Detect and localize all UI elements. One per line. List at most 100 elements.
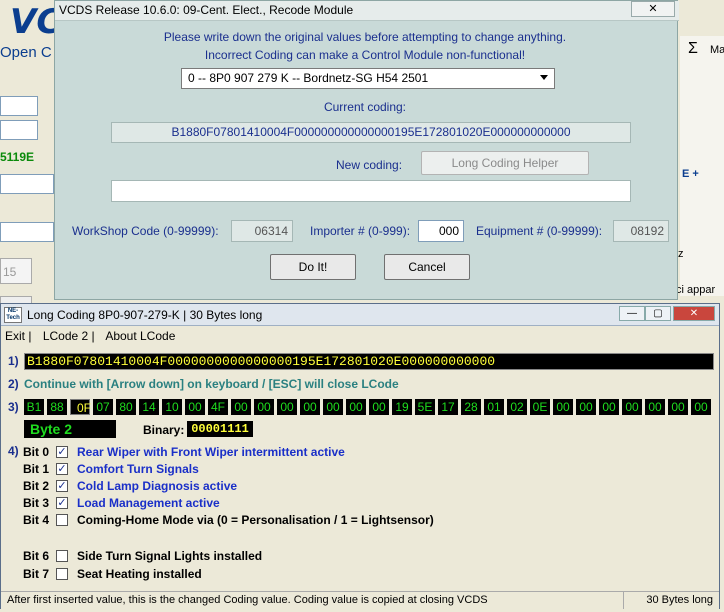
close-icon[interactable]: ✕: [631, 1, 675, 17]
importer-field[interactable]: 000: [418, 220, 464, 242]
byte-cell[interactable]: 19: [392, 399, 412, 415]
byte-cell[interactable]: 07: [93, 399, 113, 415]
bg-e-label: E +: [682, 168, 699, 180]
byte-cell[interactable]: 00: [622, 399, 642, 415]
importer-label: Importer # (0-999):: [310, 224, 411, 238]
status-left: After first inserted value, this is the …: [7, 594, 488, 606]
step-2-label: 2): [8, 377, 19, 391]
bg-z-label: z: [678, 248, 684, 260]
menu-exit[interactable]: Exit |: [5, 329, 31, 343]
byte-cell[interactable]: B1: [24, 399, 44, 415]
byte-tag: Byte 2: [24, 420, 116, 438]
bg-green-text: 5119E: [0, 150, 35, 164]
lcode-title: Long Coding 8P0-907-279-K | 30 Bytes lon…: [27, 308, 263, 322]
netech-logo-icon: NE-Tech: [4, 307, 22, 323]
bit-description: Seat Heating installed: [77, 567, 202, 581]
bit-checkbox[interactable]: ✓: [56, 480, 68, 492]
status-right: 30 Bytes long: [646, 594, 713, 606]
long-coding-helper-button[interactable]: Long Coding Helper: [421, 151, 589, 175]
do-it-button[interactable]: Do It!: [270, 254, 356, 280]
byte-cell[interactable]: 5E: [415, 399, 435, 415]
byte-cell[interactable]: 0F: [70, 399, 91, 415]
bit-description: Rear Wiper with Front Wiper intermittent…: [77, 445, 345, 459]
lcode-window: NE-Tech Long Coding 8P0-907-279-K | 30 B…: [0, 303, 720, 609]
module-select[interactable]: 0 -- 8P0 907 279 K -- Bordnetz-SG H54 25…: [181, 68, 555, 89]
byte-cell[interactable]: 00: [254, 399, 274, 415]
recode-titlebar[interactable]: VCDS Release 10.6.0: 09-Cent. Elect., Re…: [55, 1, 679, 21]
byte-cell[interactable]: 00: [185, 399, 205, 415]
step-4-label: 4): [8, 444, 19, 458]
recode-title: VCDS Release 10.6.0: 09-Cent. Elect., Re…: [59, 3, 354, 17]
bit-label: Bit 4: [23, 513, 50, 527]
byte-cell[interactable]: 00: [369, 399, 389, 415]
cancel-button[interactable]: Cancel: [384, 254, 470, 280]
byte-cell[interactable]: 17: [438, 399, 458, 415]
bg-field-15[interactable]: 15: [0, 258, 32, 284]
byte-cell[interactable]: 00: [599, 399, 619, 415]
status-bar: After first inserted value, this is the …: [1, 591, 719, 609]
menu-lcode2[interactable]: LCode 2 |: [43, 329, 95, 343]
module-select-value: 0 -- 8P0 907 279 K -- Bordnetz-SG H54 25…: [188, 71, 429, 85]
bit-checkbox[interactable]: ✓: [56, 446, 68, 458]
bit-label: Bit 6: [23, 549, 50, 563]
bg-field-3[interactable]: [0, 174, 54, 194]
bit-checkbox[interactable]: ✓: [56, 463, 68, 475]
bg-ma-label: Ma: [710, 44, 724, 56]
bit-description: Coming-Home Mode via (0 = Personalisatio…: [77, 513, 434, 527]
workshop-label: WorkShop Code (0-99999):: [72, 224, 219, 238]
binary-value: 00001111: [187, 421, 253, 437]
bit-checkbox[interactable]: [56, 568, 68, 580]
byte-cell[interactable]: 01: [484, 399, 504, 415]
byte-cell[interactable]: 02: [507, 399, 527, 415]
byte-cell[interactable]: 88: [47, 399, 67, 415]
equipment-field: 08192: [613, 220, 669, 242]
byte-cell[interactable]: 00: [668, 399, 688, 415]
bit-checkbox[interactable]: ✓: [56, 497, 68, 509]
byte-cell[interactable]: 00: [231, 399, 251, 415]
bit-label: Bit 0: [23, 445, 50, 459]
bit-description: Comfort Turn Signals: [77, 462, 199, 476]
warning-line-1: Please write down the original values be…: [163, 30, 567, 44]
byte-cell[interactable]: 00: [277, 399, 297, 415]
byte-cell[interactable]: 00: [323, 399, 343, 415]
byte-cell[interactable]: 00: [576, 399, 596, 415]
byte-cell[interactable]: 4F: [208, 399, 228, 415]
bg-field-4[interactable]: [0, 222, 54, 242]
new-coding-input[interactable]: [111, 180, 631, 202]
step-1-label: 1): [8, 354, 19, 368]
byte-cell[interactable]: 00: [691, 399, 711, 415]
byte-cell[interactable]: 28: [461, 399, 481, 415]
maximize-icon[interactable]: ▢: [645, 306, 671, 321]
bit-label: Bit 1: [23, 462, 50, 476]
menu-about[interactable]: About LCode: [105, 329, 175, 343]
warning-line-2: Incorrect Coding can make a Control Modu…: [204, 48, 526, 62]
byte-cell[interactable]: 0E: [530, 399, 550, 415]
byte-cell[interactable]: 80: [116, 399, 136, 415]
equipment-label: Equipment # (0-99999):: [476, 224, 603, 238]
coding-string-field[interactable]: B1880F07801410004F0000000000000000195E17…: [24, 353, 714, 370]
new-coding-label: New coding:: [336, 158, 403, 172]
bit-checkbox[interactable]: [56, 514, 68, 526]
byte-cell[interactable]: 00: [346, 399, 366, 415]
close-icon[interactable]: ✕: [673, 306, 715, 321]
bg-field-1[interactable]: [0, 96, 38, 116]
instruction-text: Continue with [Arrow down] on keyboard /…: [24, 377, 399, 391]
byte-cell[interactable]: 00: [300, 399, 320, 415]
current-coding-field: B1880F0780141000​4F000000000000000195E17…: [111, 122, 631, 143]
current-coding-label: Current coding:: [323, 100, 407, 114]
lcode-titlebar[interactable]: NE-Tech Long Coding 8P0-907-279-K | 30 B…: [1, 304, 719, 326]
lcode-menubar: Exit | LCode 2 | About LCode: [5, 329, 183, 343]
minimize-icon[interactable]: —: [619, 306, 645, 321]
byte-cell[interactable]: 00: [553, 399, 573, 415]
bit-checkbox[interactable]: [56, 550, 68, 562]
chevron-down-icon[interactable]: [540, 75, 548, 80]
bg-field-2[interactable]: [0, 120, 38, 140]
bg-right-panel: [680, 36, 724, 296]
bit-label: Bit 2: [23, 479, 50, 493]
bg-ci-label: ci appar: [676, 284, 716, 296]
bit-description: Cold Lamp Diagnosis active: [77, 479, 238, 493]
byte-cell[interactable]: 10: [162, 399, 182, 415]
byte-cell[interactable]: 00: [645, 399, 665, 415]
byte-cell[interactable]: 14: [139, 399, 159, 415]
open-controller-label: Open C: [0, 44, 52, 61]
